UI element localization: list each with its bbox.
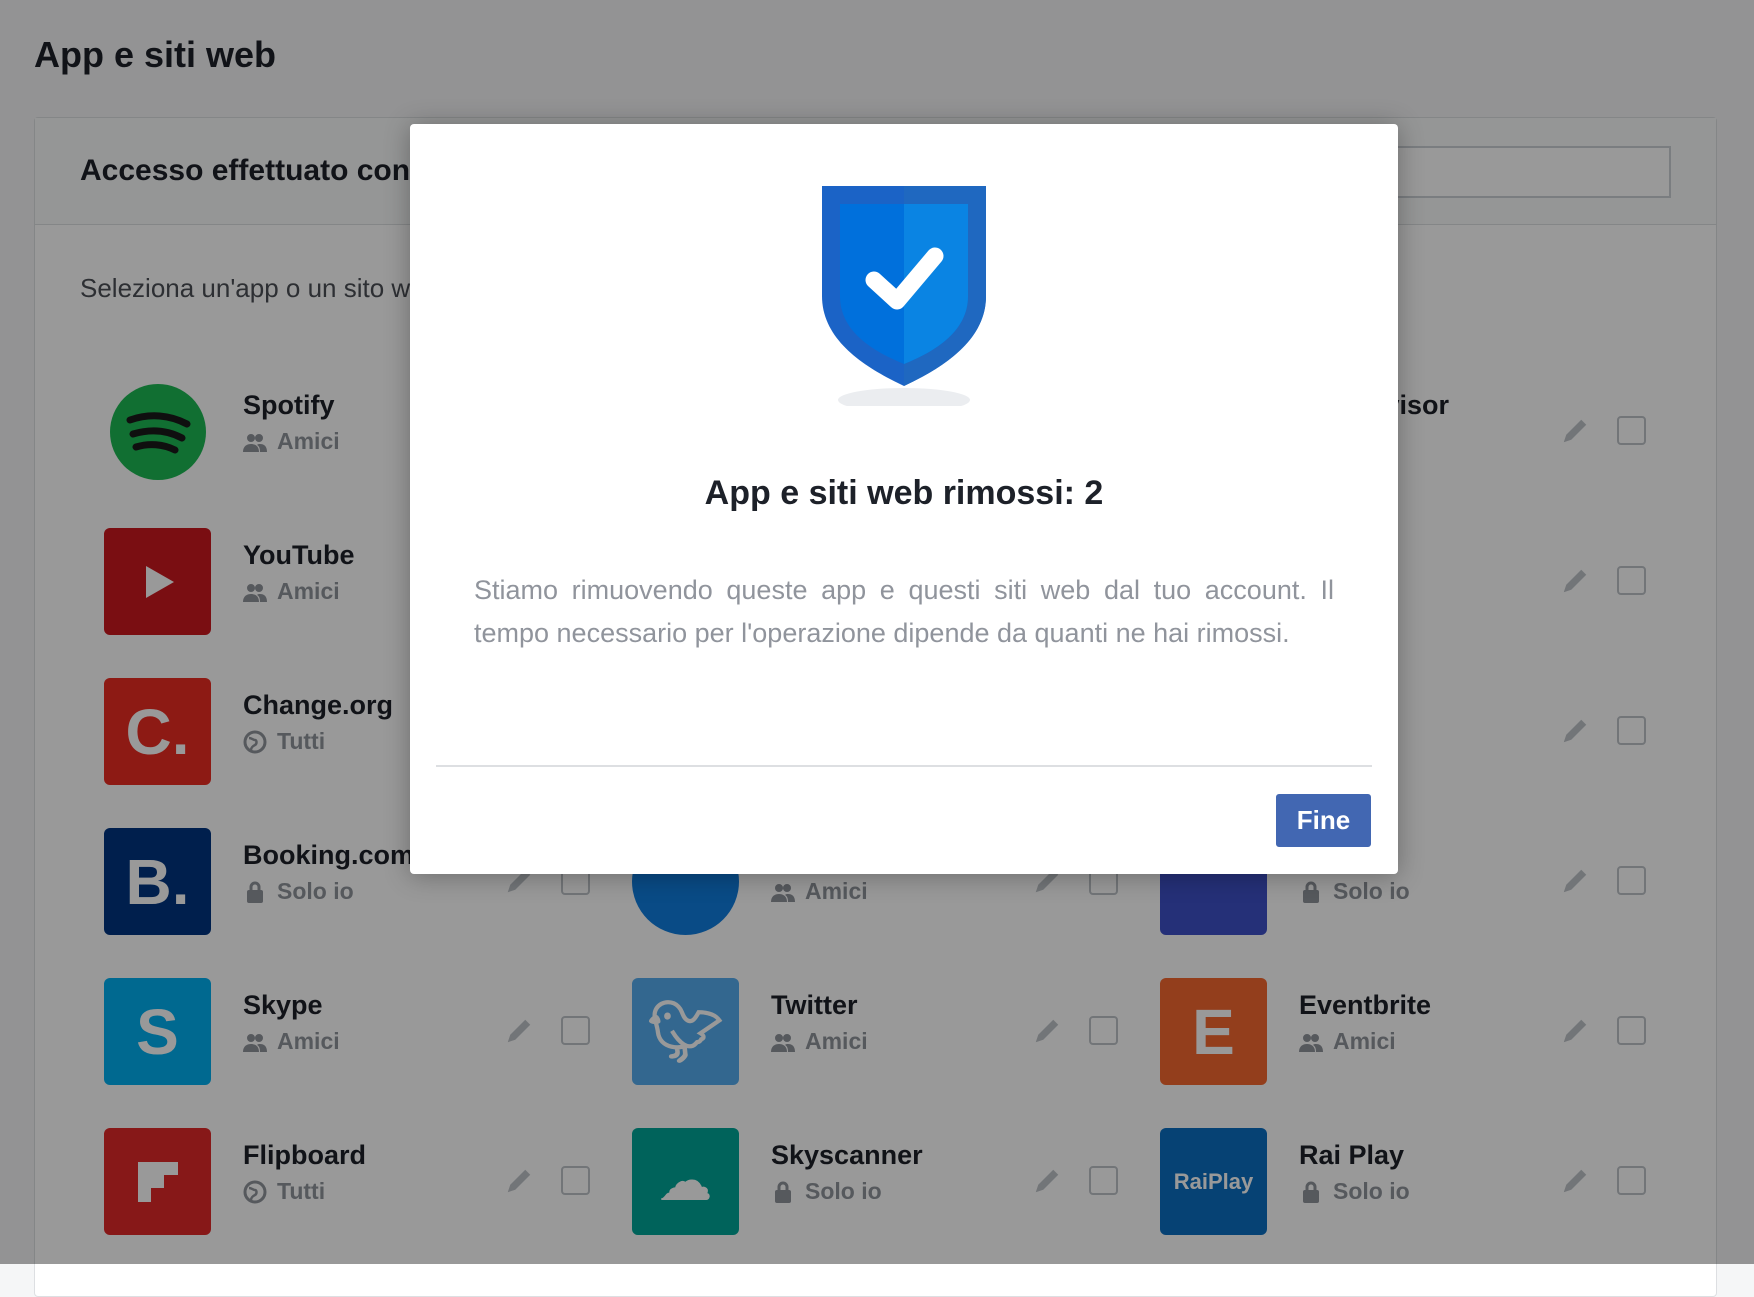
dialog-title: App e siti web rimossi: 2	[704, 474, 1104, 512]
dialog-message: Stiamo rimuovendo queste app e questi si…	[474, 575, 1334, 648]
done-button[interactable]: Fine	[1276, 794, 1371, 847]
shield-check-icon	[822, 186, 986, 406]
removal-confirmation-dialog: App e siti web rimossi: 2 Stiamo rimuove…	[410, 124, 1398, 874]
divider	[436, 765, 1372, 767]
